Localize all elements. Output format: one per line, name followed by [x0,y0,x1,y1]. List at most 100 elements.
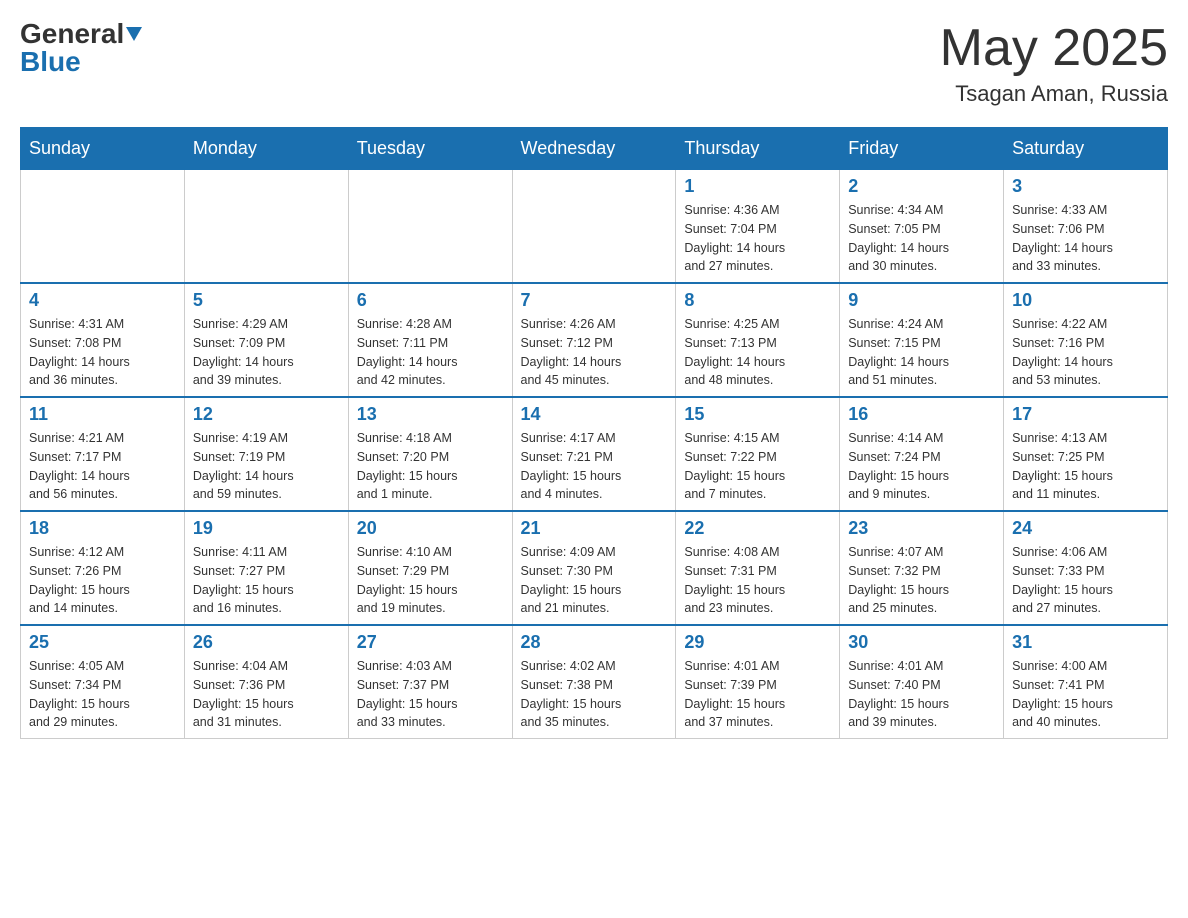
location-title: Tsagan Aman, Russia [940,81,1168,107]
day-number: 14 [521,404,668,425]
day-info: Sunrise: 4:02 AM Sunset: 7:38 PM Dayligh… [521,657,668,732]
calendar-cell: 13 Sunrise: 4:18 AM Sunset: 7:20 PM Dayli… [348,397,512,511]
day-info: Sunrise: 4:19 AM Sunset: 7:19 PM Dayligh… [193,429,340,504]
day-info: Sunrise: 4:14 AM Sunset: 7:24 PM Dayligh… [848,429,995,504]
column-header-friday: Friday [840,128,1004,170]
calendar-cell [348,170,512,284]
day-info: Sunrise: 4:25 AM Sunset: 7:13 PM Dayligh… [684,315,831,390]
day-info: Sunrise: 4:15 AM Sunset: 7:22 PM Dayligh… [684,429,831,504]
day-info: Sunrise: 4:26 AM Sunset: 7:12 PM Dayligh… [521,315,668,390]
calendar-cell [21,170,185,284]
calendar-cell: 24 Sunrise: 4:06 AM Sunset: 7:33 PM Dayli… [1004,511,1168,625]
day-number: 27 [357,632,504,653]
calendar-header-row: SundayMondayTuesdayWednesdayThursdayFrid… [21,128,1168,170]
calendar-cell: 9 Sunrise: 4:24 AM Sunset: 7:15 PM Daylig… [840,283,1004,397]
day-info: Sunrise: 4:22 AM Sunset: 7:16 PM Dayligh… [1012,315,1159,390]
column-header-saturday: Saturday [1004,128,1168,170]
calendar-cell: 7Sunrise: 4:26 AM Sunset: 7:12 PM Daylig… [512,283,676,397]
day-number: 31 [1012,632,1159,653]
day-info: Sunrise: 4:31 AM Sunset: 7:08 PM Dayligh… [29,315,176,390]
day-number: 28 [521,632,668,653]
day-info: Sunrise: 4:17 AM Sunset: 7:21 PM Dayligh… [521,429,668,504]
day-info: Sunrise: 4:05 AM Sunset: 7:34 PM Dayligh… [29,657,176,732]
calendar-cell: 12 Sunrise: 4:19 AM Sunset: 7:19 PM Dayli… [184,397,348,511]
day-number: 26 [193,632,340,653]
day-info: Sunrise: 4:07 AM Sunset: 7:32 PM Dayligh… [848,543,995,618]
calendar-cell: 1Sunrise: 4:36 AM Sunset: 7:04 PM Daylig… [676,170,840,284]
day-info: Sunrise: 4:11 AM Sunset: 7:27 PM Dayligh… [193,543,340,618]
day-number: 5 [193,290,340,311]
day-number: 16 [848,404,995,425]
day-number: 9 [848,290,995,311]
calendar-cell: 15 Sunrise: 4:15 AM Sunset: 7:22 PM Dayli… [676,397,840,511]
day-number: 30 [848,632,995,653]
calendar-cell: 29Sunrise: 4:01 AM Sunset: 7:39 PM Dayli… [676,625,840,739]
day-number: 12 [193,404,340,425]
calendar-cell: 10 Sunrise: 4:22 AM Sunset: 7:16 PM Dayli… [1004,283,1168,397]
day-number: 23 [848,518,995,539]
column-header-wednesday: Wednesday [512,128,676,170]
calendar-cell: 31 Sunrise: 4:00 AM Sunset: 7:41 PM Dayli… [1004,625,1168,739]
day-info: Sunrise: 4:06 AM Sunset: 7:33 PM Dayligh… [1012,543,1159,618]
day-info: Sunrise: 4:04 AM Sunset: 7:36 PM Dayligh… [193,657,340,732]
day-info: Sunrise: 4:12 AM Sunset: 7:26 PM Dayligh… [29,543,176,618]
day-number: 3 [1012,176,1159,197]
column-header-tuesday: Tuesday [348,128,512,170]
calendar-week-row: 18 Sunrise: 4:12 AM Sunset: 7:26 PM Dayli… [21,511,1168,625]
day-info: Sunrise: 4:34 AM Sunset: 7:05 PM Dayligh… [848,201,995,276]
calendar-cell: 8Sunrise: 4:25 AM Sunset: 7:13 PM Daylig… [676,283,840,397]
calendar-table: SundayMondayTuesdayWednesdayThursdayFrid… [20,127,1168,739]
day-number: 17 [1012,404,1159,425]
day-number: 20 [357,518,504,539]
day-info: Sunrise: 4:01 AM Sunset: 7:40 PM Dayligh… [848,657,995,732]
day-info: Sunrise: 4:01 AM Sunset: 7:39 PM Dayligh… [684,657,831,732]
calendar-cell: 4 Sunrise: 4:31 AM Sunset: 7:08 PM Daylig… [21,283,185,397]
day-number: 4 [29,290,176,311]
calendar-cell: 26 Sunrise: 4:04 AM Sunset: 7:36 PM Dayli… [184,625,348,739]
calendar-cell: 27 Sunrise: 4:03 AM Sunset: 7:37 PM Dayli… [348,625,512,739]
day-info: Sunrise: 4:03 AM Sunset: 7:37 PM Dayligh… [357,657,504,732]
title-block: May 2025 Tsagan Aman, Russia [940,20,1168,107]
day-info: Sunrise: 4:08 AM Sunset: 7:31 PM Dayligh… [684,543,831,618]
calendar-cell: 22 Sunrise: 4:08 AM Sunset: 7:31 PM Dayli… [676,511,840,625]
day-number: 11 [29,404,176,425]
day-number: 25 [29,632,176,653]
day-number: 10 [1012,290,1159,311]
column-header-thursday: Thursday [676,128,840,170]
day-info: Sunrise: 4:13 AM Sunset: 7:25 PM Dayligh… [1012,429,1159,504]
day-info: Sunrise: 4:00 AM Sunset: 7:41 PM Dayligh… [1012,657,1159,732]
day-info: Sunrise: 4:21 AM Sunset: 7:17 PM Dayligh… [29,429,176,504]
day-number: 24 [1012,518,1159,539]
day-number: 6 [357,290,504,311]
day-number: 22 [684,518,831,539]
calendar-cell: 30 Sunrise: 4:01 AM Sunset: 7:40 PM Dayli… [840,625,1004,739]
calendar-cell [512,170,676,284]
day-info: Sunrise: 4:28 AM Sunset: 7:11 PM Dayligh… [357,315,504,390]
day-info: Sunrise: 4:10 AM Sunset: 7:29 PM Dayligh… [357,543,504,618]
day-info: Sunrise: 4:29 AM Sunset: 7:09 PM Dayligh… [193,315,340,390]
calendar-cell: 25 Sunrise: 4:05 AM Sunset: 7:34 PM Dayli… [21,625,185,739]
calendar-week-row: 25 Sunrise: 4:05 AM Sunset: 7:34 PM Dayli… [21,625,1168,739]
day-number: 18 [29,518,176,539]
logo-blue-text: Blue [20,48,81,76]
day-number: 21 [521,518,668,539]
page-header: General Blue May 2025 Tsagan Aman, Russi… [20,20,1168,107]
day-number: 13 [357,404,504,425]
day-info: Sunrise: 4:18 AM Sunset: 7:20 PM Dayligh… [357,429,504,504]
calendar-cell: 19 Sunrise: 4:11 AM Sunset: 7:27 PM Dayli… [184,511,348,625]
calendar-cell: 6 Sunrise: 4:28 AM Sunset: 7:11 PM Daylig… [348,283,512,397]
calendar-cell: 2Sunrise: 4:34 AM Sunset: 7:05 PM Daylig… [840,170,1004,284]
day-info: Sunrise: 4:24 AM Sunset: 7:15 PM Dayligh… [848,315,995,390]
calendar-cell: 3 Sunrise: 4:33 AM Sunset: 7:06 PM Daylig… [1004,170,1168,284]
logo-general-text: General [20,20,124,48]
day-number: 19 [193,518,340,539]
day-number: 15 [684,404,831,425]
day-info: Sunrise: 4:33 AM Sunset: 7:06 PM Dayligh… [1012,201,1159,276]
calendar-cell: 11 Sunrise: 4:21 AM Sunset: 7:17 PM Dayli… [21,397,185,511]
calendar-cell: 18 Sunrise: 4:12 AM Sunset: 7:26 PM Dayli… [21,511,185,625]
calendar-week-row: 11 Sunrise: 4:21 AM Sunset: 7:17 PM Dayli… [21,397,1168,511]
logo-triangle-icon [126,27,142,41]
calendar-cell: 28 Sunrise: 4:02 AM Sunset: 7:38 PM Dayli… [512,625,676,739]
calendar-cell: 23 Sunrise: 4:07 AM Sunset: 7:32 PM Dayli… [840,511,1004,625]
calendar-cell: 17 Sunrise: 4:13 AM Sunset: 7:25 PM Dayli… [1004,397,1168,511]
